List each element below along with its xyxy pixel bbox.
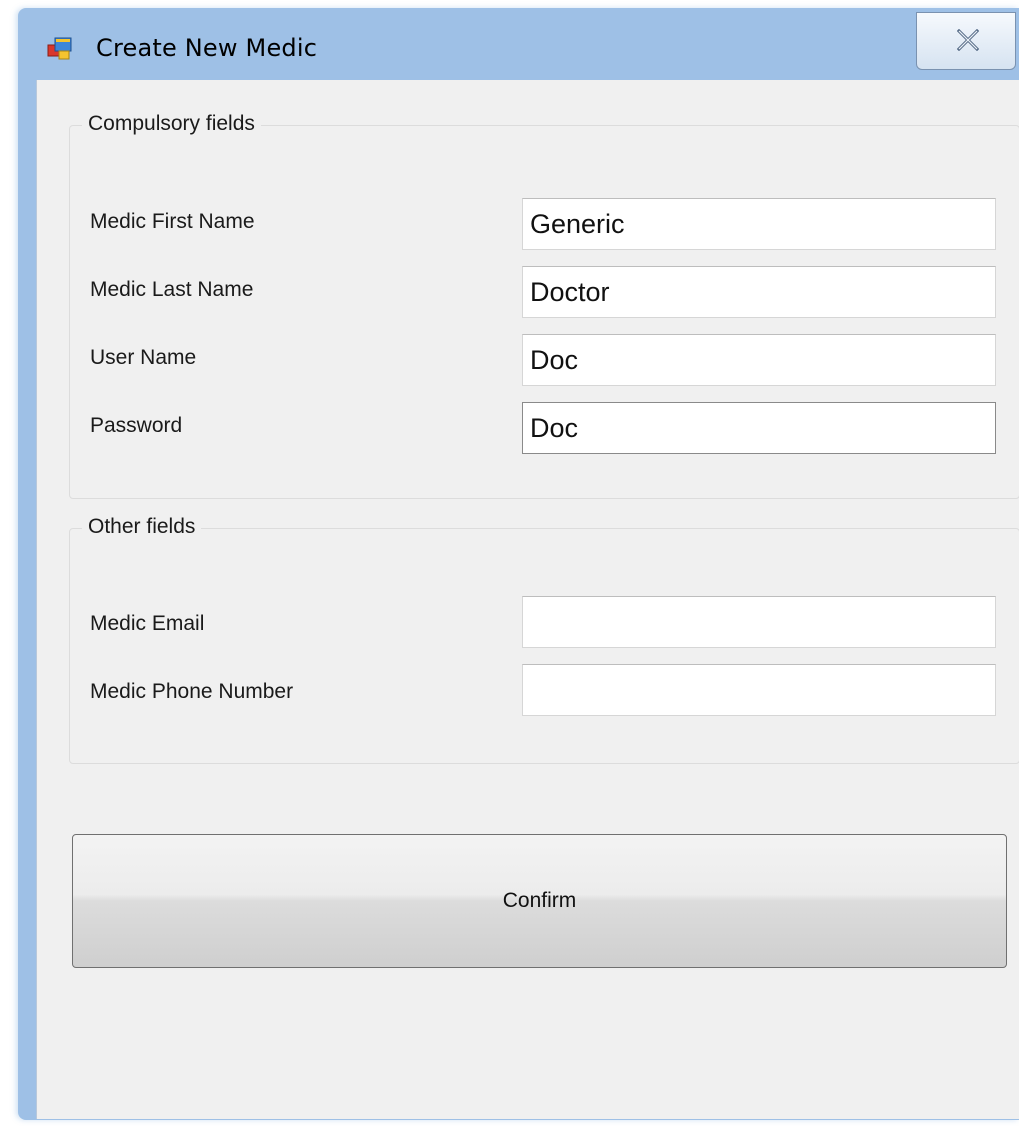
phone-number-input[interactable] <box>522 664 996 716</box>
user-name-label: User Name <box>90 346 197 369</box>
password-label: Password <box>90 414 183 437</box>
application-window-icon <box>47 35 73 61</box>
user-name-input[interactable] <box>522 334 996 386</box>
window-title: Create New Medic <box>96 34 318 62</box>
dialog-window: Create New Medic Compulsory fields Medic… <box>18 8 1019 1120</box>
close-icon <box>957 29 979 51</box>
email-input[interactable] <box>522 596 996 648</box>
first-name-label: Medic First Name <box>90 210 255 233</box>
last-name-input[interactable] <box>522 266 996 318</box>
dialog-client-area: Compulsory fields Medic First Name Medic… <box>36 80 1019 1119</box>
first-name-input[interactable] <box>522 198 996 250</box>
email-label: Medic Email <box>90 612 205 635</box>
close-button[interactable] <box>916 12 1016 70</box>
phone-number-label: Medic Phone Number <box>90 680 294 703</box>
compulsory-fields-legend: Compulsory fields <box>82 112 261 136</box>
title-bar[interactable]: Create New Medic <box>18 8 1019 80</box>
confirm-button[interactable]: Confirm <box>72 834 1007 968</box>
other-fields-legend: Other fields <box>82 515 202 539</box>
password-input[interactable] <box>522 402 996 454</box>
last-name-label: Medic Last Name <box>90 278 254 301</box>
